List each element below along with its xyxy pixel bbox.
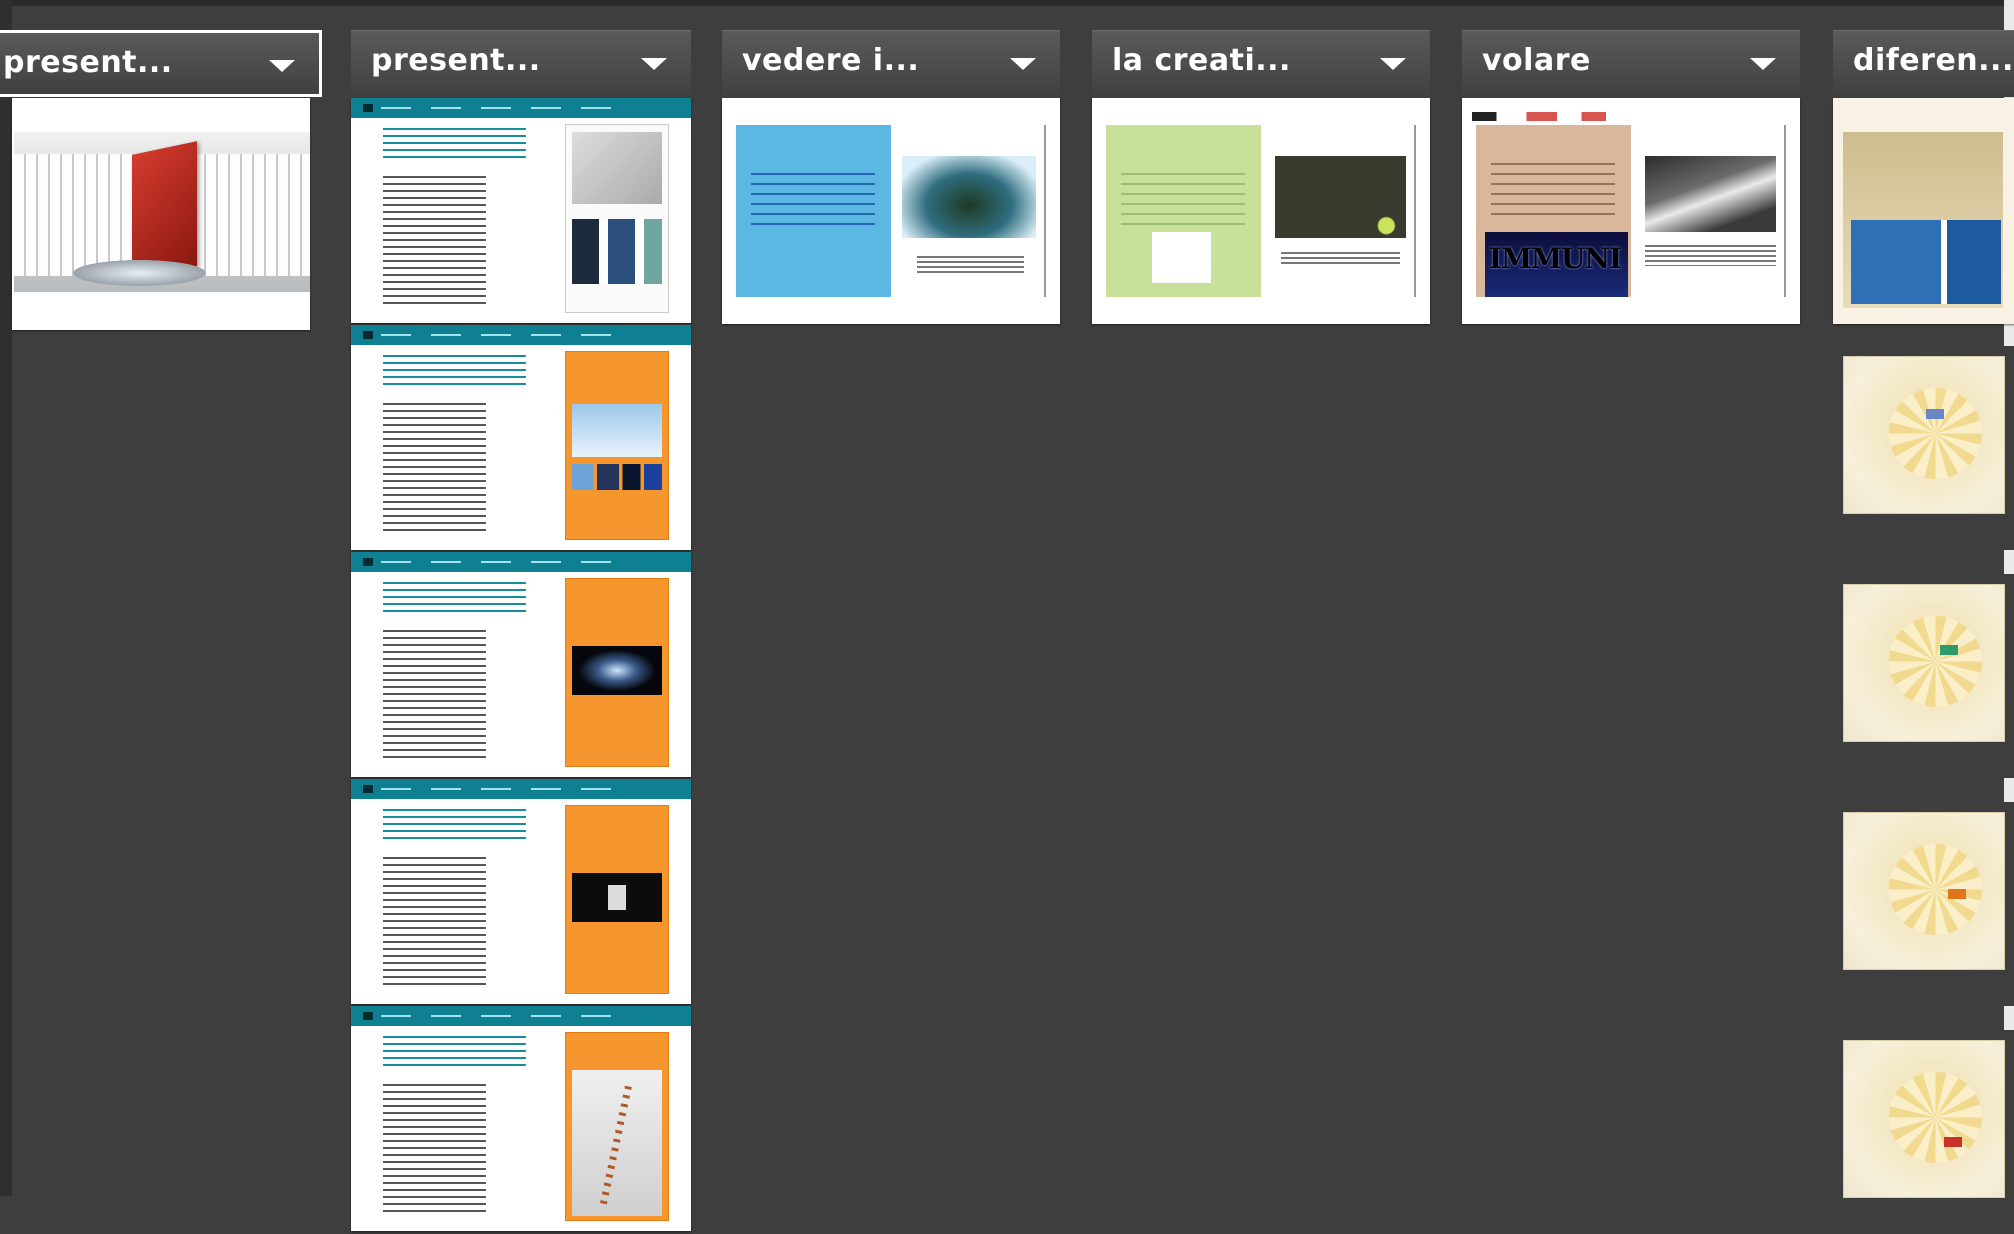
green-page [1105,125,1261,297]
book-image [572,132,662,204]
column-3-spread-thumbnail[interactable] [722,98,1060,324]
dropdown-caret-icon[interactable] [1010,58,1036,70]
collage-image [572,218,662,284]
immuni-banner-text: IMMUNI [1488,241,1622,275]
green-segment [1940,645,1958,655]
dark-image [572,646,662,695]
column-5-header[interactable]: volare [1462,30,1800,97]
column-5-title: volare [1482,43,1591,78]
beige-page-text [1491,162,1616,222]
page-side-panel [565,805,669,994]
dark-caption [1280,252,1400,266]
wheel-page [1843,812,2005,970]
sky-image [572,404,662,457]
blue-page-text [751,173,876,232]
feather-page [1635,125,1787,297]
wheel-page [1843,1040,2005,1198]
red-segment [1944,1137,1962,1147]
column-6-page-3[interactable] [1833,574,2014,778]
column-4-spread-thumbnail[interactable] [1092,98,1430,324]
wheel-diagram [1888,1072,1982,1163]
dropdown-caret-icon[interactable] [1380,58,1406,70]
speaker-icon [572,873,662,922]
page-header-bar [351,325,691,345]
column-6-page-5[interactable] [1833,1030,2014,1234]
column-2-page-5[interactable] [351,1006,691,1231]
feather-caption [1644,245,1776,266]
dark-image [1274,156,1406,239]
column-2-page-3[interactable] [351,552,691,777]
gold-page [1843,132,2003,308]
column-6-page-1[interactable] [1833,98,2014,324]
page-text [383,809,526,990]
blue-segment [1926,409,1944,419]
ladder [599,1085,633,1209]
book-splash [73,260,207,286]
tree-caption [916,255,1024,273]
column-6-title: diferen... [1853,43,2014,78]
tree-image [901,156,1036,239]
column-2-header[interactable]: present... [351,30,691,97]
speaker-glyph [608,885,626,910]
top-labels [1472,111,1777,121]
page-side-panel [565,124,669,313]
wheel-diagram [1888,844,1982,935]
page-header-bar [351,779,691,799]
column-3-title: vedere i... [742,43,920,78]
column-1-header[interactable]: present... [0,30,322,97]
blue-leaflet [1851,220,2001,304]
tree-page [895,125,1047,297]
column-6-page-2[interactable] [1833,346,2014,550]
dropdown-caret-icon[interactable] [641,58,667,70]
blue-page [735,125,891,297]
ladder-image [572,1070,662,1217]
column-2-page-4[interactable] [351,779,691,1004]
page-text [383,582,526,763]
window-top-edge [0,0,2014,6]
book-illustration [14,132,310,292]
page-side-panel [565,1032,669,1221]
wheel-diagram [1888,616,1982,707]
wheel-page [1843,356,2005,514]
page-text [383,355,526,536]
strip-images [572,464,662,491]
column-2-page-1[interactable] [351,98,691,323]
column-1-page-thumbnail[interactable] [12,98,310,330]
page-header-bar [351,1006,691,1026]
red-book [132,141,198,280]
page-side-panel [565,351,669,540]
column-5-spread-thumbnail[interactable]: IMMUNI [1462,98,1800,324]
column-6-header[interactable]: diferen... [1833,30,2014,97]
orange-segment [1948,889,1966,899]
page-header-bar [351,552,691,572]
dropdown-caret-icon[interactable] [1750,58,1776,70]
book-scene [14,132,310,292]
page-text [383,128,526,309]
column-3-header[interactable]: vedere i... [722,30,1060,97]
green-page-box [1152,231,1212,284]
wheel-diagram [1888,388,1982,479]
column-6-page-4[interactable] [1833,802,2014,1006]
column-2-title: present... [371,43,541,78]
feather-image [1644,156,1776,232]
column-4-header[interactable]: la creati... [1092,30,1430,97]
page-text [383,1036,526,1217]
immuni-banner: IMMUNI [1484,231,1628,297]
wheel-page [1843,584,2005,742]
page-header-bar [351,98,691,118]
column-2-page-2[interactable] [351,325,691,550]
green-page-text [1121,173,1246,232]
dark-page [1265,125,1417,297]
column-1-title: present... [3,45,173,80]
window-left-edge [0,0,12,1196]
beige-page: IMMUNI [1475,125,1631,297]
column-4-title: la creati... [1112,43,1291,78]
page-side-panel [565,578,669,767]
dropdown-caret-icon[interactable] [269,60,295,72]
